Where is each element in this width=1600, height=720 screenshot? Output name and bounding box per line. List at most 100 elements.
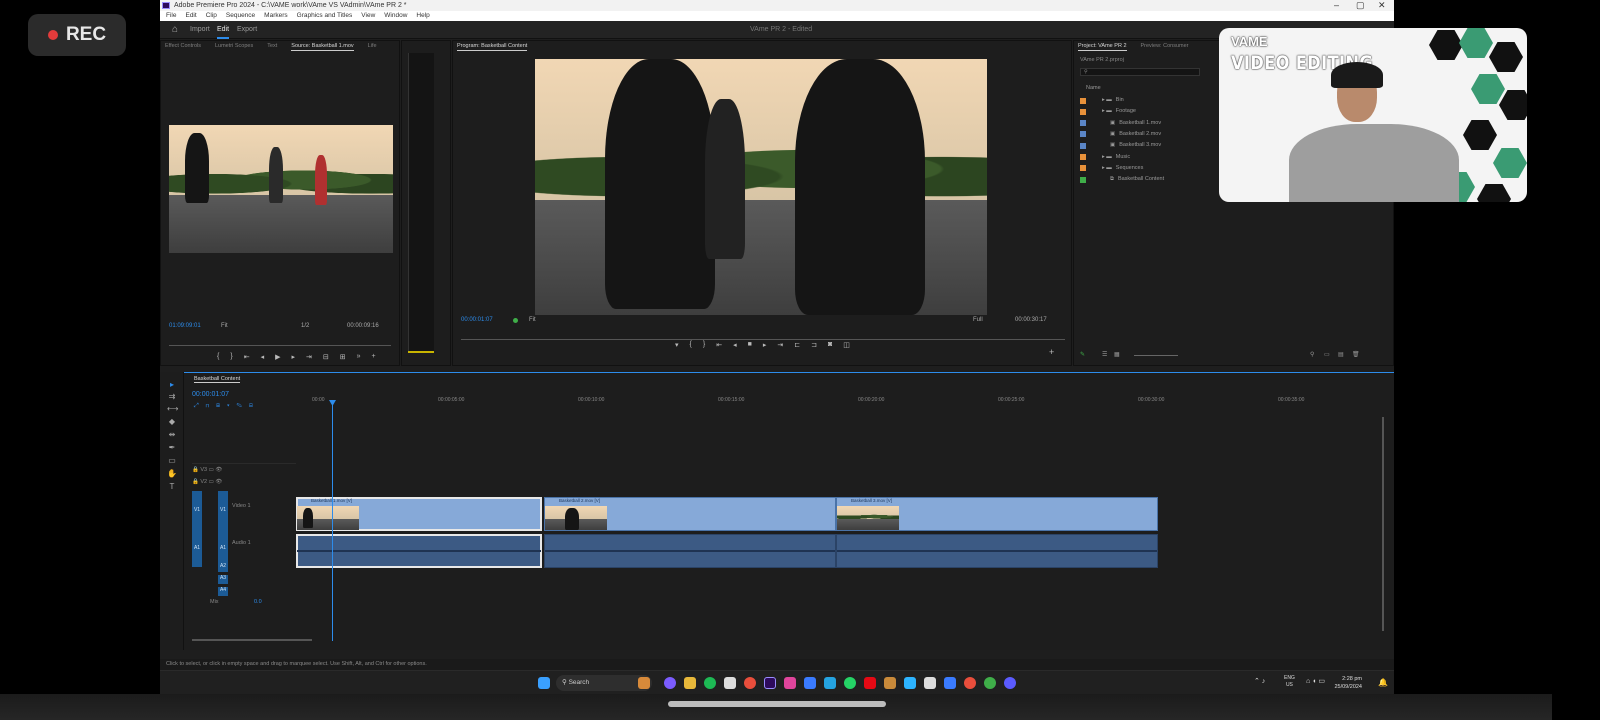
- maximize-button[interactable]: ▢: [1356, 0, 1365, 11]
- messenger-icon[interactable]: [664, 677, 676, 689]
- widgets-icon[interactable]: [638, 677, 650, 689]
- app-icon[interactable]: [804, 677, 816, 689]
- delete-icon[interactable]: 🗑: [1352, 351, 1360, 358]
- minimize-button[interactable]: –: [1334, 0, 1339, 11]
- tab-edit[interactable]: Edit: [217, 21, 230, 39]
- play-icon[interactable]: ▶: [275, 353, 280, 361]
- skype-icon[interactable]: [904, 677, 916, 689]
- new-bin-icon[interactable]: ▭: [1324, 351, 1330, 358]
- step-back-icon[interactable]: ◂: [733, 341, 737, 349]
- goto-out-icon[interactable]: ⇥: [777, 341, 783, 349]
- add-button-icon[interactable]: +: [372, 353, 376, 361]
- step-forward-icon[interactable]: ▸: [291, 353, 295, 361]
- mark-in-icon[interactable]: {: [690, 341, 692, 349]
- track-v3-header[interactable]: 🔒 V3 ▭ 👁: [192, 467, 296, 473]
- menu-graphics[interactable]: Graphics and Titles: [297, 11, 353, 21]
- camera-icon[interactable]: ◙: [828, 341, 832, 349]
- system-tray-icons[interactable]: ⌃ ♪: [1254, 677, 1265, 685]
- insert-icon[interactable]: ⊟: [323, 353, 329, 361]
- track-select-tool-icon[interactable]: ⇉: [167, 392, 177, 401]
- mix-track-value[interactable]: 0.0: [254, 599, 358, 605]
- audio-clip-2[interactable]: [544, 534, 836, 568]
- mark-in-icon[interactable]: {: [217, 353, 219, 361]
- menu-window[interactable]: Window: [384, 11, 407, 21]
- app-icon[interactable]: [884, 677, 896, 689]
- new-item-icon[interactable]: ▤: [1338, 351, 1344, 358]
- menu-view[interactable]: View: [361, 11, 375, 21]
- playhead[interactable]: [332, 401, 333, 641]
- menu-edit[interactable]: Edit: [185, 11, 196, 21]
- app-icon[interactable]: [784, 677, 796, 689]
- goto-in-icon[interactable]: ⇤: [244, 353, 250, 361]
- zoom-slider[interactable]: [1134, 355, 1178, 356]
- tab-life[interactable]: Life: [368, 41, 377, 51]
- icon-view-icon[interactable]: ▦: [1114, 351, 1120, 358]
- tab-import[interactable]: Import: [190, 21, 210, 39]
- horizontal-scrollbar[interactable]: [192, 639, 312, 641]
- more-controls-icon[interactable]: »: [357, 353, 361, 361]
- lift-icon[interactable]: ⊏: [794, 341, 800, 349]
- pen-tool-icon[interactable]: ✒: [167, 443, 177, 452]
- source-patch-v1[interactable]: V1: [192, 491, 202, 529]
- comparison-view-icon[interactable]: ◫: [843, 341, 850, 349]
- menu-sequence[interactable]: Sequence: [226, 11, 255, 21]
- timeline-timecode[interactable]: 00:00:01:07: [192, 391, 229, 398]
- tab-export[interactable]: Export: [237, 21, 257, 39]
- source-timecode[interactable]: 01:09:09:01: [169, 323, 201, 329]
- notification-bell-icon[interactable]: 🔔: [1378, 678, 1388, 687]
- language-indicator[interactable]: ENG US: [1284, 675, 1295, 689]
- vertical-scrollbar[interactable]: [1382, 417, 1384, 631]
- project-item[interactable]: ▸ ▬ Bin: [1080, 95, 1124, 106]
- razor-tool-icon[interactable]: ◆: [167, 417, 177, 426]
- track-a4-target[interactable]: A4: [218, 587, 228, 596]
- selection-tool-icon[interactable]: ▸: [167, 380, 177, 389]
- program-scrubber[interactable]: [461, 339, 1065, 340]
- source-fit-select[interactable]: Fit: [221, 323, 228, 329]
- source-scrubber[interactable]: [169, 345, 391, 346]
- menu-file[interactable]: File: [166, 11, 176, 21]
- overwrite-icon[interactable]: ⊞: [340, 353, 346, 361]
- project-item[interactable]: ▸ ▬ Footage: [1080, 106, 1136, 117]
- project-name-column[interactable]: Name: [1086, 85, 1101, 91]
- type-tool-icon[interactable]: T: [167, 482, 177, 491]
- store-icon[interactable]: [724, 677, 736, 689]
- whatsapp-icon[interactable]: [844, 677, 856, 689]
- step-back-icon[interactable]: ◂: [261, 353, 265, 361]
- tab-effect-controls[interactable]: Effect Controls: [165, 41, 201, 51]
- list-view-icon[interactable]: ☰: [1102, 351, 1107, 358]
- source-patch-a1[interactable]: A1: [192, 529, 202, 567]
- network-volume-battery-icons[interactable]: ⌂ ◖ ▭: [1306, 677, 1325, 685]
- source-ratio-select[interactable]: 1/2: [301, 323, 309, 329]
- chrome-icon[interactable]: [964, 677, 976, 689]
- video-clip-2[interactable]: Basketball 2.mov [V]: [544, 497, 836, 531]
- audio-clip-3[interactable]: [836, 534, 1158, 568]
- app-icon[interactable]: [824, 677, 836, 689]
- tab-program[interactable]: Program: Basketball Content: [457, 41, 528, 51]
- tab-lumetri-scopes[interactable]: Lumetri Scopes: [215, 41, 253, 51]
- tab-source[interactable]: Source: Basketball 1.mov: [291, 41, 354, 51]
- close-button[interactable]: ✕: [1378, 0, 1386, 11]
- project-item[interactable]: ▸ ▬ Sequences: [1080, 163, 1143, 174]
- netflix-icon[interactable]: [864, 677, 876, 689]
- menu-markers[interactable]: Markers: [264, 11, 287, 21]
- project-item[interactable]: ▸ ▬ Music: [1080, 152, 1130, 163]
- app-icon[interactable]: [944, 677, 956, 689]
- mark-out-icon[interactable]: }: [703, 341, 705, 349]
- playhead-marker-icon[interactable]: [329, 400, 336, 406]
- start-icon[interactable]: [538, 677, 550, 689]
- track-a3-target[interactable]: A3: [218, 575, 228, 584]
- program-timecode[interactable]: 00:00:01:07: [461, 317, 493, 323]
- rectangle-tool-icon[interactable]: ▭: [167, 456, 177, 465]
- home-icon[interactable]: ⌂: [172, 25, 178, 35]
- home-indicator[interactable]: [668, 701, 886, 707]
- project-search-input[interactable]: ⚲: [1080, 68, 1200, 76]
- timeline-toolbar-icons[interactable]: ⤢⊓⊞▾✎⊟: [194, 403, 260, 410]
- goto-in-icon[interactable]: ⇤: [716, 341, 722, 349]
- taskbar-clock[interactable]: 2:28 pm 25/09/2024: [1334, 675, 1362, 691]
- app-icon[interactable]: [924, 677, 936, 689]
- tab-project[interactable]: Project: VAme PR 2: [1078, 41, 1127, 51]
- project-item[interactable]: ⧉ Basketball Content: [1080, 174, 1164, 185]
- program-add-button[interactable]: +: [1049, 347, 1054, 357]
- step-forward-icon[interactable]: ▸: [763, 341, 767, 349]
- mark-out-icon[interactable]: }: [230, 353, 232, 361]
